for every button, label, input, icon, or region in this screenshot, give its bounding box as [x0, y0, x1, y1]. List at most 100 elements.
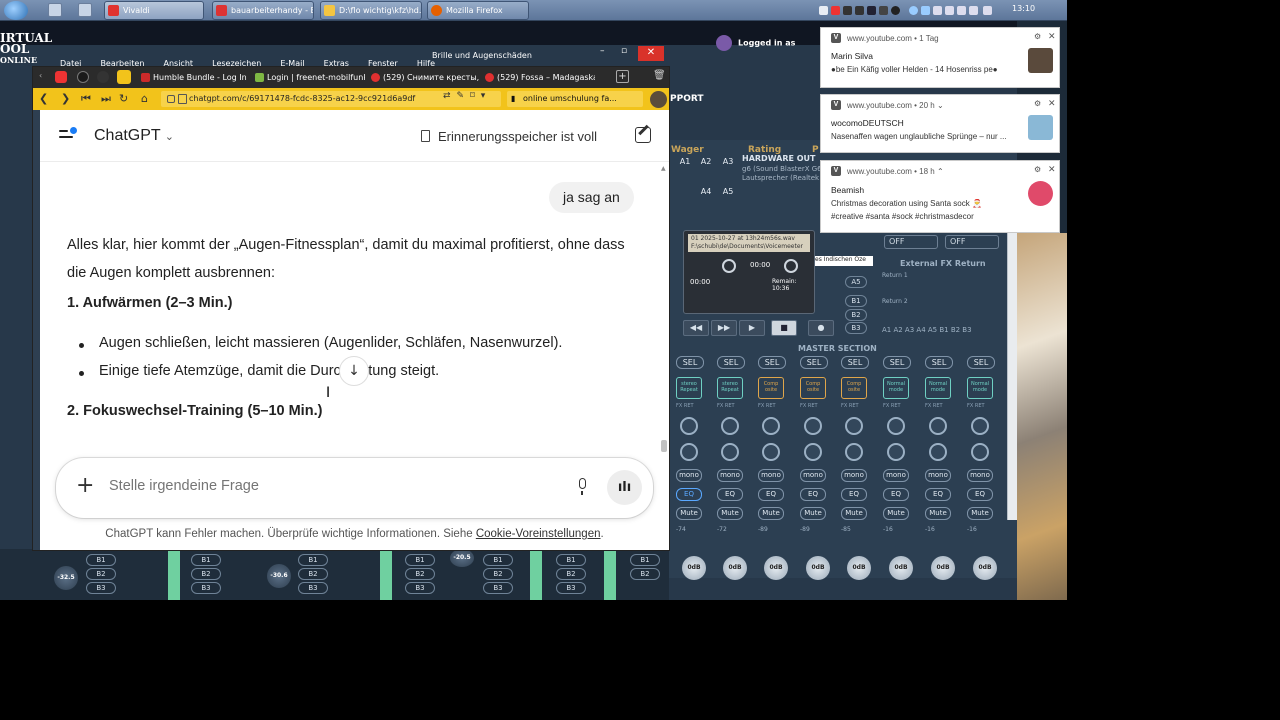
tape-bus-a5[interactable]: A5 — [845, 276, 867, 288]
bus-b3-button[interactable]: B3 — [86, 582, 116, 594]
master-fader[interactable]: 0dB — [682, 556, 706, 580]
minimize-button[interactable]: – — [600, 46, 610, 56]
eq-button[interactable]: EQ — [841, 488, 867, 501]
bus-b1-button[interactable]: B1 — [191, 554, 221, 566]
tray-icon[interactable] — [933, 6, 942, 15]
taskbar-item-browser[interactable]: bauarbeiterhandy - B... — [212, 1, 314, 20]
support-link[interactable]: PPORT — [670, 94, 704, 104]
mono-button[interactable]: mono — [841, 469, 867, 482]
bus-b1-button[interactable]: B1 — [630, 554, 660, 566]
profile-avatar[interactable] — [650, 91, 667, 108]
tray-icon[interactable] — [819, 6, 828, 15]
knob[interactable] — [887, 417, 905, 435]
stop-button[interactable]: ■ — [771, 320, 797, 336]
close-button[interactable]: ✕ — [638, 46, 664, 61]
mute-button[interactable]: Mute — [841, 507, 867, 520]
mono-button[interactable]: mono — [717, 469, 743, 482]
bus-a5[interactable]: A5 — [719, 187, 737, 201]
close-icon[interactable]: ✕ — [1048, 98, 1056, 109]
clock[interactable]: 13:10 — [1012, 4, 1035, 13]
select-button[interactable]: SEL — [841, 356, 869, 369]
cookie-settings-link[interactable]: Cookie-Voreinstellungen — [476, 528, 601, 540]
notification-card[interactable]: V www.youtube.com • 20 h ⌄ ⚙ ✕ wocomoDEU… — [820, 94, 1060, 153]
close-icon[interactable]: ✕ — [1048, 31, 1056, 42]
bus-a3[interactable]: A3 — [719, 157, 737, 171]
mode-button[interactable]: Comp osite — [758, 377, 784, 399]
tab-scroll-left-icon[interactable]: ‹ — [39, 71, 42, 80]
active-tab-icon[interactable] — [117, 70, 131, 84]
gear-icon[interactable]: ⚙ — [1034, 165, 1041, 174]
gear-icon[interactable]: ⚙ — [1034, 99, 1041, 108]
mixer-scrollbar[interactable] — [1007, 233, 1017, 520]
play-button[interactable]: ▶ — [739, 320, 765, 336]
eq-button[interactable]: EQ — [800, 488, 826, 501]
quicklaunch-icon[interactable] — [78, 3, 92, 17]
tab-youtube-1[interactable]: (529) Снимите кресты, ра — [369, 69, 481, 86]
tape-bus-b3[interactable]: B3 — [845, 322, 867, 334]
eq-button[interactable]: EQ — [967, 488, 993, 501]
search-field[interactable]: ▮ online umschulung fa... — [507, 91, 643, 107]
mono-button[interactable]: mono — [967, 469, 993, 482]
bus-b3-button[interactable]: B3 — [556, 582, 586, 594]
knob[interactable] — [929, 417, 947, 435]
start-button[interactable] — [4, 1, 28, 20]
notification-card[interactable]: V www.youtube.com • 1 Tag ⚙ ✕ Marin Silv… — [820, 27, 1060, 88]
tray-icon[interactable] — [891, 6, 900, 15]
bus-b1-button[interactable]: B1 — [86, 554, 116, 566]
home-button[interactable]: ⌂ — [141, 92, 148, 106]
knob[interactable] — [680, 443, 698, 461]
back-button[interactable]: ❮ — [39, 92, 48, 106]
microphone-icon[interactable] — [576, 478, 588, 496]
reload-button[interactable]: ↻ — [119, 92, 128, 106]
knob[interactable] — [929, 443, 947, 461]
mode-button[interactable]: Comp osite — [841, 377, 867, 399]
mono-button[interactable]: mono — [925, 469, 951, 482]
mode-button[interactable]: Normal mode — [967, 377, 993, 399]
knob[interactable] — [887, 443, 905, 461]
fast-forward-page-button[interactable]: ⏭ — [101, 92, 111, 106]
scrollbar-thumb[interactable] — [661, 440, 667, 452]
bus-a1[interactable]: A1 — [676, 157, 694, 171]
mute-button[interactable]: Mute — [800, 507, 826, 520]
mode-button[interactable]: stereo Repeat — [676, 377, 702, 399]
knob[interactable] — [680, 417, 698, 435]
input-fader[interactable]: -20.5 — [450, 549, 474, 567]
bus-b3-button[interactable]: B3 — [191, 582, 221, 594]
mute-button[interactable]: Mute — [967, 507, 993, 520]
tray-icon[interactable] — [831, 6, 840, 15]
bus-b1-button[interactable]: B1 — [483, 554, 513, 566]
rewind-button[interactable]: ◀◀ — [683, 320, 709, 336]
eq-button[interactable]: EQ — [883, 488, 909, 501]
memory-full-indicator[interactable]: Erinnerungsspeicher ist voll — [421, 129, 597, 144]
fx-toggle[interactable]: OFF — [945, 235, 999, 249]
steam-icon[interactable] — [867, 6, 876, 15]
url-tools[interactable]: ⇄✎⌑▾ — [443, 91, 491, 101]
select-button[interactable]: SEL — [676, 356, 704, 369]
mode-button[interactable]: stereo Repeat — [717, 377, 743, 399]
knob[interactable] — [971, 443, 989, 461]
mono-button[interactable]: mono — [800, 469, 826, 482]
scroll-up-icon[interactable]: ▲ — [661, 165, 666, 172]
taskbar-item-firefox[interactable]: Mozilla Firefox — [427, 1, 529, 20]
select-button[interactable]: SEL — [925, 356, 953, 369]
forward-button[interactable]: ❯ — [61, 92, 70, 106]
knob[interactable] — [804, 443, 822, 461]
eq-button[interactable]: EQ — [925, 488, 951, 501]
sidebar-toggle-icon[interactable] — [59, 127, 77, 142]
bus-b2-button[interactable]: B2 — [86, 568, 116, 580]
taskbar-item-vivaldi[interactable]: Vivaldi — [104, 1, 204, 20]
notification-card[interactable]: V www.youtube.com • 18 h ⌃ ⚙ ✕ Beamish C… — [820, 160, 1060, 233]
tab-humble-bundle[interactable]: Humble Bundle - Log In — [139, 69, 251, 86]
input-fader[interactable]: -32.5 — [54, 566, 78, 590]
tape-bus-b1[interactable]: B1 — [845, 295, 867, 307]
bus-b2-button[interactable]: B2 — [191, 568, 221, 580]
knob[interactable] — [971, 417, 989, 435]
knob[interactable] — [721, 417, 739, 435]
mono-button[interactable]: mono — [676, 469, 702, 482]
app-icon[interactable] — [77, 71, 89, 83]
master-fader[interactable]: 0dB — [889, 556, 913, 580]
rewind-page-button[interactable]: ⏮ — [81, 92, 91, 106]
chat-thread[interactable]: ja sag an Alles klar, hier kommt der „Au… — [40, 163, 669, 458]
fast-forward-button[interactable]: ▶▶ — [711, 320, 737, 336]
site-info-icon[interactable] — [167, 95, 175, 103]
